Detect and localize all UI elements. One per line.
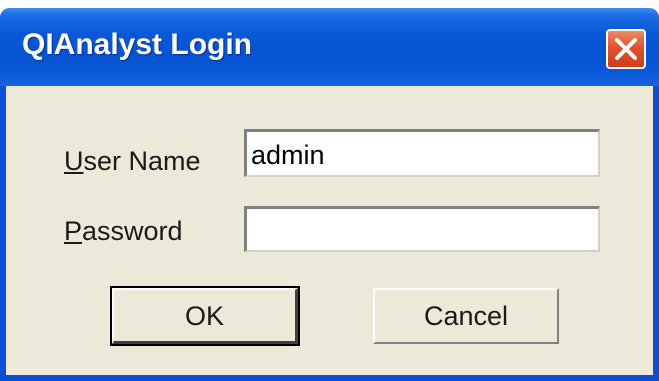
password-label: Password [64,216,183,247]
username-label-text: ser Name [83,146,201,176]
username-label: User Name [64,146,201,177]
login-dialog: QIAnalyst Login User Name Password OK Ca… [0,8,659,381]
username-label-mnemonic: U [64,146,84,176]
close-icon [615,38,637,60]
username-field[interactable] [244,129,600,177]
title-bar[interactable]: QIAnalyst Login [0,8,659,86]
dialog-body: User Name Password OK Cancel [6,86,653,375]
password-label-text: assword [82,216,183,246]
close-button[interactable] [606,29,646,69]
cancel-button[interactable]: Cancel [373,288,559,344]
ok-button[interactable]: OK [110,286,300,346]
password-field[interactable] [244,206,600,252]
password-label-mnemonic: P [64,216,83,246]
dialog-title: QIAnalyst Login [22,28,253,61]
